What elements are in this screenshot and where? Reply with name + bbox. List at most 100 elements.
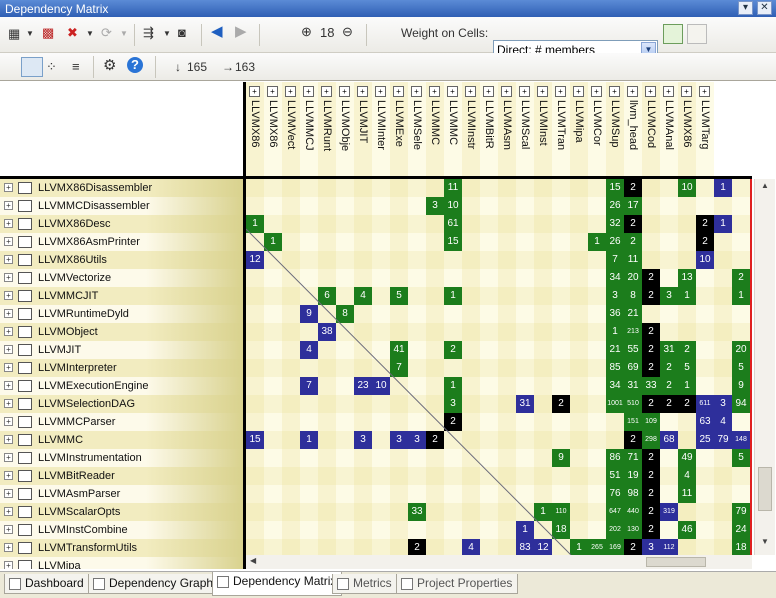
scroll-thumb-h[interactable]: [646, 557, 706, 567]
expand-icon[interactable]: +: [393, 86, 404, 97]
expand-icon[interactable]: +: [609, 86, 620, 97]
tab-metrics[interactable]: Metrics: [332, 574, 398, 594]
dropdown-arrow-icon[interactable]: ▼: [86, 26, 94, 42]
row-header[interactable]: + LLVMInstCombine: [0, 521, 243, 539]
expand-icon[interactable]: +: [519, 86, 530, 97]
dropdown-arrow-icon[interactable]: ▼: [163, 26, 171, 42]
expand-icon[interactable]: +: [339, 86, 350, 97]
scroll-up-icon[interactable]: ▲: [757, 181, 773, 195]
dock-button[interactable]: ▾: [738, 1, 753, 15]
column-header[interactable]: + LLVMSele: [408, 82, 426, 176]
expand-icon[interactable]: +: [591, 86, 602, 97]
column-header[interactable]: + LLVMMCJ: [300, 82, 318, 176]
column-header[interactable]: + LLVMTran: [552, 82, 570, 176]
zoom-out-icon[interactable]: ⊖: [342, 24, 353, 40]
gear-icon[interactable]: ⚙: [103, 58, 116, 74]
row-header[interactable]: + LLVMipa: [0, 557, 243, 569]
remove-empty-icon[interactable]: ▩: [42, 25, 54, 41]
row-header[interactable]: + LLVMObject: [0, 323, 243, 341]
expand-icon[interactable]: +: [429, 86, 440, 97]
row-header[interactable]: + LLVMRuntimeDyld: [0, 305, 243, 323]
back-icon[interactable]: ◀: [211, 24, 223, 40]
column-header[interactable]: + LLVMX86: [246, 82, 264, 176]
expand-icon[interactable]: +: [465, 86, 476, 97]
scroll-left-icon[interactable]: ◀: [250, 556, 256, 565]
row-header[interactable]: + LLVMExecutionEngine: [0, 377, 243, 395]
column-header[interactable]: + LLVMTarg: [696, 82, 714, 176]
row-header[interactable]: + LLVMScalarOpts: [0, 503, 243, 521]
tab-dependency-matrix[interactable]: Dependency Matrix: [212, 572, 343, 596]
expand-icon[interactable]: +: [483, 86, 494, 97]
vertical-layout-toggle[interactable]: [21, 57, 43, 77]
row-header[interactable]: + LLVMVectorize: [0, 269, 243, 287]
column-header[interactable]: + LLVMObje: [336, 82, 354, 176]
column-header[interactable]: + LLVMX86: [264, 82, 282, 176]
help-icon[interactable]: ?: [127, 57, 143, 73]
row-header[interactable]: + LLVMMCParser: [0, 413, 243, 431]
show-direct-button[interactable]: [663, 24, 683, 44]
row-header[interactable]: + LLVMMCJIT: [0, 287, 243, 305]
delete-icon[interactable]: ✖: [67, 25, 78, 41]
row-header[interactable]: + LLVMX86AsmPrinter: [0, 233, 243, 251]
column-header[interactable]: + LLVMJIT: [354, 82, 372, 176]
column-header[interactable]: + llvm_head: [624, 82, 642, 176]
expand-icon[interactable]: +: [249, 86, 260, 97]
tab-project-properties[interactable]: Project Properties: [396, 574, 519, 594]
expand-icon[interactable]: +: [321, 86, 332, 97]
horizontal-scrollbar[interactable]: ◀: [246, 555, 752, 569]
show-indirect-button[interactable]: [687, 24, 707, 44]
column-header[interactable]: + LLVMBitR: [480, 82, 498, 176]
column-header[interactable]: + LLVMAnal: [660, 82, 678, 176]
expand-icon[interactable]: +: [285, 86, 296, 97]
expand-icon[interactable]: +: [645, 86, 656, 97]
expand-icon[interactable]: +: [303, 86, 314, 97]
column-header[interactable]: + LLVMSup: [606, 82, 624, 176]
expand-icon[interactable]: +: [447, 86, 458, 97]
row-header[interactable]: + LLVMX86Utils: [0, 251, 243, 269]
expand-icon[interactable]: +: [267, 86, 278, 97]
tab-dashboard[interactable]: Dashboard: [4, 574, 90, 594]
tree-icon[interactable]: ⇶: [143, 25, 154, 41]
column-header[interactable]: + LLVMScal: [516, 82, 534, 176]
expand-icon[interactable]: +: [681, 86, 692, 97]
row-header[interactable]: + LLVMTransformUtils: [0, 539, 243, 557]
row-header[interactable]: + LLVMX86Desc: [0, 215, 243, 233]
column-header[interactable]: + LLVMCor: [588, 82, 606, 176]
expand-icon[interactable]: +: [699, 86, 710, 97]
expand-icon[interactable]: +: [663, 86, 674, 97]
ruler-icon[interactable]: ≡: [72, 59, 80, 75]
column-header[interactable]: + LLVMExe: [390, 82, 408, 176]
column-header[interactable]: + LLVMRunt: [318, 82, 336, 176]
row-header[interactable]: + LLVMBitReader: [0, 467, 243, 485]
expand-icon[interactable]: +: [357, 86, 368, 97]
tab-dependency-graph[interactable]: Dependency Graph: [88, 574, 220, 594]
scroll-thumb[interactable]: [758, 467, 772, 511]
row-header[interactable]: + LLVMInterpreter: [0, 359, 243, 377]
column-header[interactable]: + LLVMInter: [372, 82, 390, 176]
expand-icon[interactable]: +: [501, 86, 512, 97]
expand-icon[interactable]: +: [627, 86, 638, 97]
zoom-in-icon[interactable]: ⊕: [301, 24, 312, 40]
row-header[interactable]: + LLVMSelectionDAG: [0, 395, 243, 413]
column-header[interactable]: + LLVMMC: [426, 82, 444, 176]
column-header[interactable]: + LLVMInst: [534, 82, 552, 176]
split-icon[interactable]: ⁘: [46, 59, 57, 75]
column-header[interactable]: + LLVMAsm: [498, 82, 516, 176]
column-header[interactable]: + LLVMMC: [444, 82, 462, 176]
row-header[interactable]: + LLVMMC: [0, 431, 243, 449]
expand-icon[interactable]: +: [573, 86, 584, 97]
expand-icon[interactable]: +: [555, 86, 566, 97]
vertical-scrollbar[interactable]: ▲ ▼: [754, 179, 775, 555]
expand-icon[interactable]: +: [537, 86, 548, 97]
row-header[interactable]: + LLVMJIT: [0, 341, 243, 359]
row-header[interactable]: + LLVMInstrumentation: [0, 449, 243, 467]
camera-icon[interactable]: ◙: [178, 25, 186, 41]
column-header[interactable]: + LLVMVect: [282, 82, 300, 176]
dropdown-arrow-icon[interactable]: ▼: [26, 26, 34, 42]
row-header[interactable]: + LLVMAsmParser: [0, 485, 243, 503]
layout-icon[interactable]: ▦: [8, 26, 20, 42]
column-header[interactable]: + LLVMInstr: [462, 82, 480, 176]
column-header[interactable]: + LLVMCod: [642, 82, 660, 176]
row-header[interactable]: + LLVMMCDisassembler: [0, 197, 243, 215]
row-header[interactable]: + LLVMX86Disassembler: [0, 179, 243, 197]
